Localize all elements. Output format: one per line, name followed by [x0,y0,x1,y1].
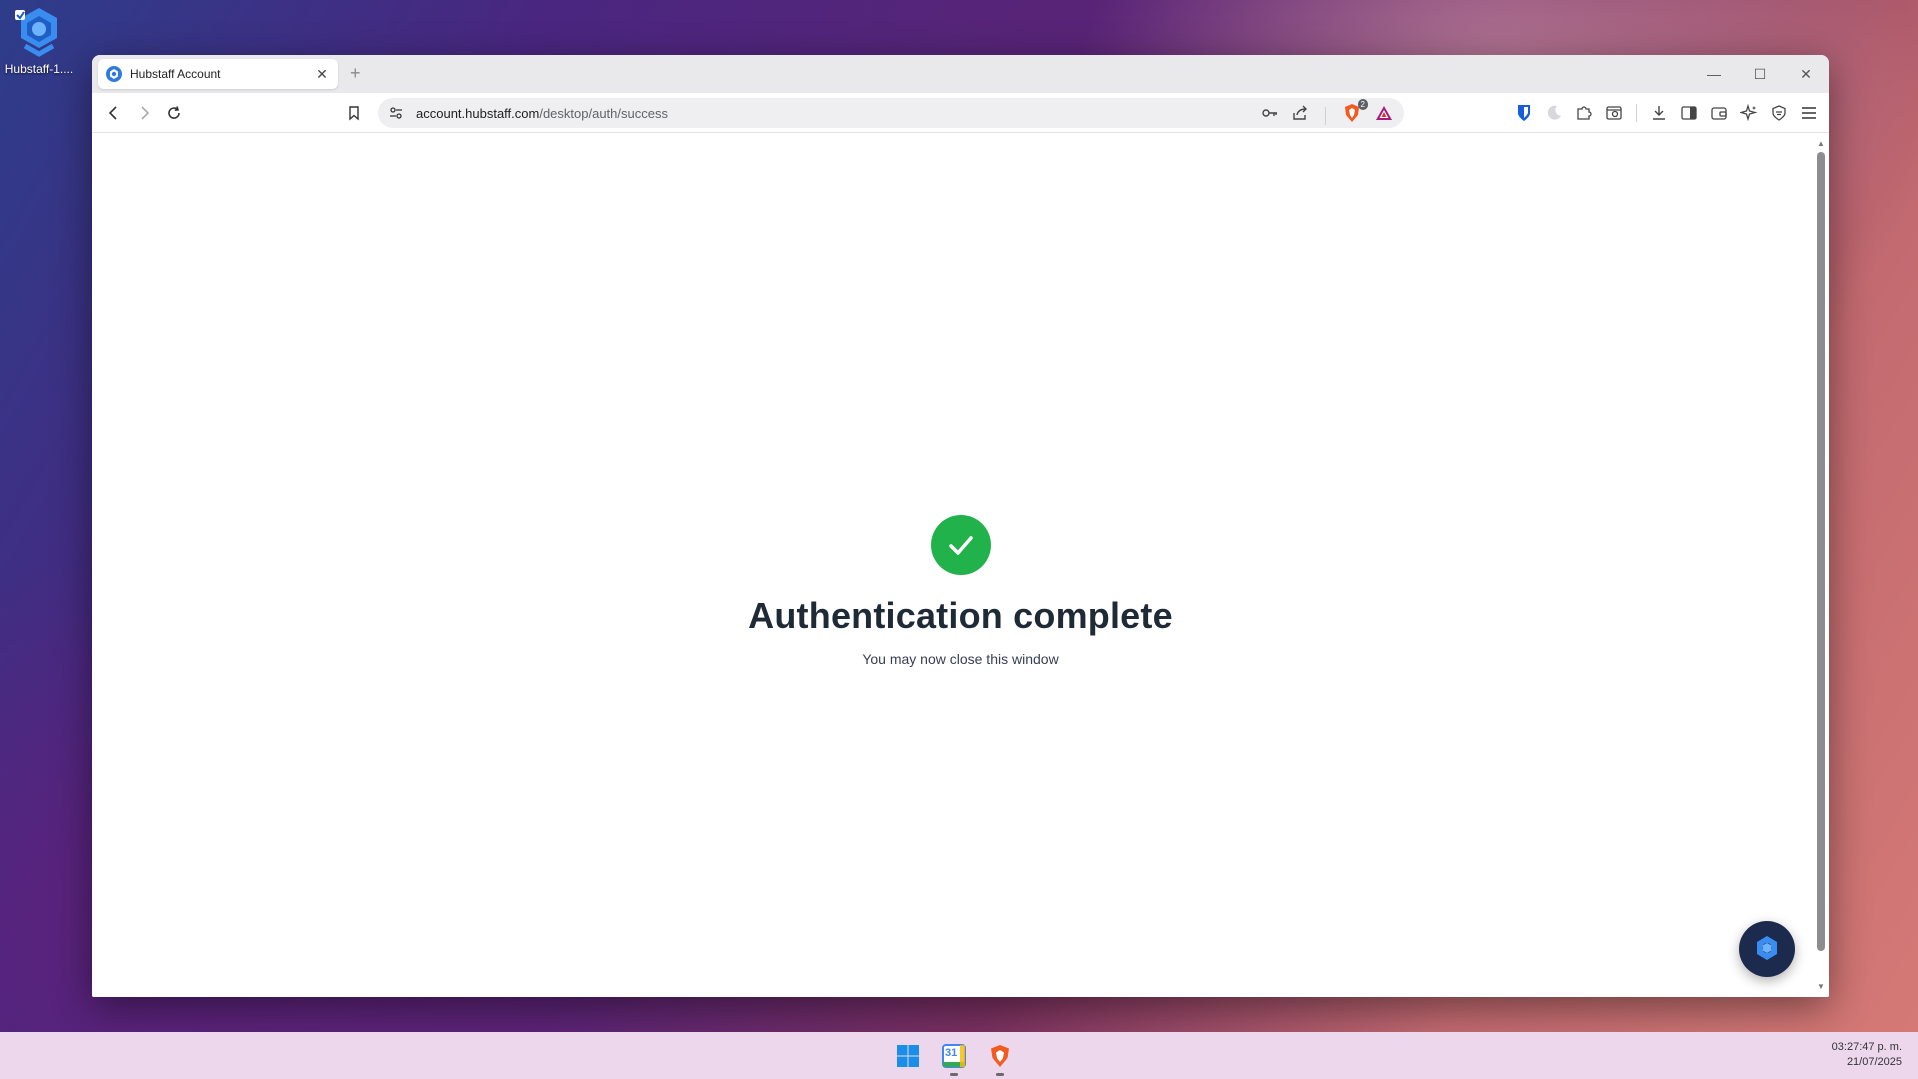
clock-date: 21/07/2025 [1846,1056,1902,1068]
brave-shields-icon[interactable]: 2 [1342,99,1368,128]
screenshot-icon[interactable] [1602,101,1626,125]
desktop-icon-label: Hubstaff-1.... [4,62,74,76]
dark-reader-icon[interactable] [1542,101,1566,125]
brave-rewards-icon[interactable] [1374,103,1394,128]
tab-close-icon[interactable]: ✕ [314,66,330,83]
page-title: Authentication complete [748,595,1173,636]
minimize-icon[interactable]: — [1691,55,1737,93]
browser-window: Hubstaff Account ✕ + — ☐ ✕ account.hubst… [92,55,1829,997]
leo-ai-icon[interactable] [1737,101,1761,125]
taskbar-apps: 31 [895,1043,1013,1076]
start-windows-icon[interactable] [895,1043,921,1069]
toolbar-actions [1512,101,1821,125]
page-subtext: You may now close this window [862,651,1059,667]
shields-badge: 2 [1357,99,1368,110]
google-calendar-icon[interactable]: 31 [941,1043,967,1076]
page-scrollbar[interactable]: ▲ ▼ [1817,140,1825,991]
sidebar-toggle-icon[interactable] [1677,101,1701,125]
share-icon[interactable] [1291,104,1309,127]
separator [1636,104,1637,122]
brave-browser-icon[interactable] [987,1043,1013,1076]
url-host: account.hubstaff.com [416,105,540,121]
tab-strip: Hubstaff Account ✕ + — ☐ ✕ [92,55,1829,93]
hubstaff-chat-button[interactable] [1739,921,1795,977]
page-content: Authentication complete You may now clos… [92,134,1829,997]
forward-icon[interactable] [132,101,156,125]
tab-title: Hubstaff Account [130,67,221,81]
download-icon[interactable] [1647,101,1671,125]
separator [1325,106,1326,125]
address-bar-actions: 2 [1261,99,1394,128]
site-settings-icon[interactable] [388,105,404,121]
running-indicator [950,1072,958,1076]
taskbar: 31 03:27:47 p. m. 21/07/2025 [0,1032,1918,1079]
url-text[interactable]: account.hubstaff.com/desktop/auth/succes… [416,106,668,121]
wallet-icon[interactable] [1707,101,1731,125]
running-indicator [996,1072,1004,1076]
extensions-puzzle-icon[interactable] [1572,101,1596,125]
clock-time: 03:27:47 p. m. [1831,1041,1902,1053]
url-path: /desktop/auth/success [539,105,668,121]
system-clock[interactable]: 03:27:47 p. m. 21/07/2025 [1832,1040,1902,1070]
bitwarden-extension-icon[interactable] [1512,101,1536,125]
calendar-day: 31 [945,1046,958,1059]
success-check-icon [930,515,991,575]
hubstaff-app-icon [11,4,67,60]
menu-hamburger-icon[interactable] [1797,101,1821,125]
scroll-up-icon[interactable]: ▲ [1817,140,1825,148]
bookmark-icon[interactable] [342,101,366,125]
tab-hubstaff-account[interactable]: Hubstaff Account ✕ [98,59,338,89]
reload-icon[interactable] [162,101,186,125]
desktop-icon-hubstaff[interactable]: Hubstaff-1.... [2,4,76,76]
hubstaff-favicon-icon [106,66,122,82]
browser-toolbar: account.hubstaff.com/desktop/auth/succes… [92,93,1829,133]
scroll-down-icon[interactable]: ▼ [1817,983,1825,991]
hubstaff-logo-icon [1757,936,1777,960]
window-controls: — ☐ ✕ [1691,55,1829,93]
new-tab-icon[interactable]: + [350,63,361,84]
close-window-icon[interactable]: ✕ [1783,55,1829,93]
auth-success-panel: Authentication complete You may now clos… [92,515,1829,667]
address-bar[interactable]: account.hubstaff.com/desktop/auth/succes… [378,98,1404,128]
scrollbar-thumb[interactable] [1817,152,1825,951]
vpn-shield-icon[interactable] [1767,101,1791,125]
maximize-icon[interactable]: ☐ [1737,55,1783,93]
back-icon[interactable] [102,101,126,125]
password-key-icon[interactable] [1261,104,1279,127]
